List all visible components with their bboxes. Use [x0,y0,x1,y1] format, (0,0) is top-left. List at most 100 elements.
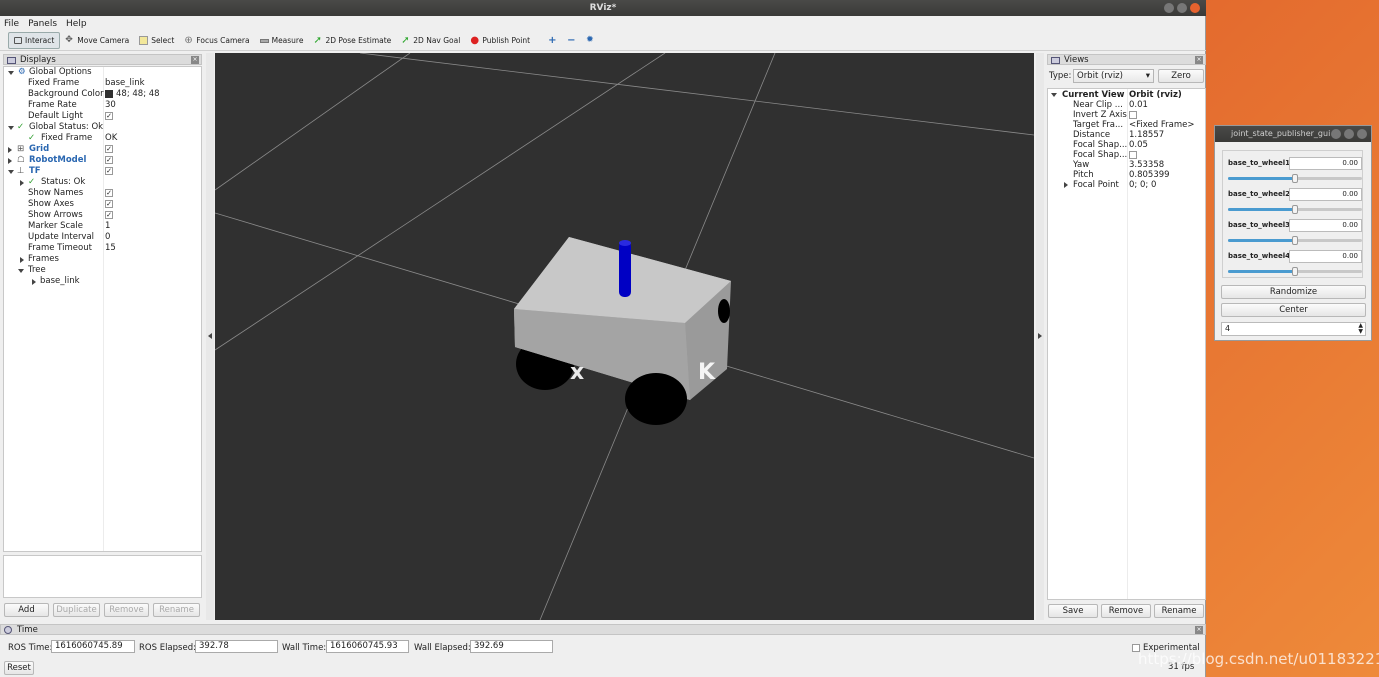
tree-row[interactable]: Show Arrows ✓ [4,210,202,221]
views-tree: Current View Orbit (rviz) Near Clip ... … [1047,88,1206,600]
focal-shape-checkbox[interactable] [1129,150,1137,159]
tree-row[interactable]: ✓ Fixed Frame OK [4,133,202,144]
red-pin-icon: ● [470,35,480,46]
joint-slider[interactable] [1228,205,1362,214]
show-axes-checkbox[interactable]: ✓ [105,199,113,208]
spin-arrows-icon[interactable]: ▲ ▼ [1358,323,1363,335]
measure-tool[interactable]: Measure [255,32,309,49]
tree-row[interactable]: Frame Rate 30 [4,100,202,111]
joint-value-field[interactable]: 0.00 [1289,219,1362,232]
tree-row[interactable]: Tree [4,265,202,276]
select-tool[interactable]: Select [134,32,179,49]
rename-display-button[interactable]: Rename [153,603,200,617]
remove-tool-button[interactable]: − [562,32,581,49]
invert-z-checkbox[interactable] [1129,110,1137,119]
spinbox[interactable]: 4 ▲ ▼ [1221,322,1366,336]
save-view-button[interactable]: Save [1048,604,1098,618]
joint-value-field[interactable]: 0.00 [1289,250,1362,263]
view-row[interactable]: Focal Point 0; 0; 0 [1048,180,1206,190]
view-row[interactable]: Pitch 0.805399 [1048,170,1206,180]
wall-elapsed-field[interactable]: 392.69 [470,640,553,653]
center-button[interactable]: Center [1221,303,1366,317]
tf-checkbox[interactable]: ✓ [105,166,113,175]
tree-row-grid[interactable]: ⊞ Grid ✓ [4,144,202,155]
maximize-button[interactable] [1344,129,1354,139]
show-arrows-checkbox[interactable]: ✓ [105,210,113,219]
tree-row[interactable]: ⚙ Global Options [4,67,202,78]
tree-row[interactable]: Update Interval 0 [4,232,202,243]
grid-checkbox[interactable]: ✓ [105,144,113,153]
view-row[interactable]: Focal Shap... [1048,150,1206,160]
tree-row[interactable]: Show Axes ✓ [4,199,202,210]
clock-icon [4,626,12,634]
menu-panels[interactable]: Panels [28,19,57,29]
view-row[interactable]: Yaw 3.53358 [1048,160,1206,170]
close-panel-icon[interactable]: × [1195,56,1203,64]
ros-time-label: ROS Time: [8,643,53,653]
nav-goal-tool[interactable]: ➚ 2D Nav Goal [396,32,465,49]
view-row[interactable]: Near Clip ... 0.01 [1048,100,1206,110]
minimize-button[interactable] [1331,129,1341,139]
default-light-checkbox[interactable]: ✓ [105,111,113,120]
joint-value-field[interactable]: 0.00 [1289,188,1362,201]
joint-value-field[interactable]: 0.00 [1289,157,1362,170]
reset-button[interactable]: Reset [4,661,34,675]
tree-row[interactable]: Fixed Frame base_link [4,78,202,89]
tree-row[interactable]: Frame Timeout 15 [4,243,202,254]
view-row[interactable]: Current View Orbit (rviz) [1048,90,1206,100]
view-type-select[interactable]: Orbit (rviz) ▾ [1073,69,1154,83]
interact-tool[interactable]: Interact [8,32,61,49]
tree-row-tf[interactable]: ⊥ TF ✓ [4,166,202,177]
close-button[interactable] [1190,3,1200,13]
menu-file[interactable]: File [4,19,19,29]
wall-time-field[interactable]: 1616060745.93 [326,640,409,653]
tree-row[interactable]: Show Names ✓ [4,188,202,199]
right-splitter[interactable] [1036,53,1044,620]
show-names-checkbox[interactable]: ✓ [105,188,113,197]
view-row[interactable]: Distance 1.18557 [1048,130,1206,140]
publish-point-tool[interactable]: ● Publish Point [465,32,535,49]
joint-slider[interactable] [1228,267,1362,276]
tool-properties-button[interactable]: ✹ [581,32,600,49]
tree-row[interactable]: Default Light ✓ [4,111,202,122]
gear-icon: ✹ [586,35,594,45]
rename-view-button[interactable]: Rename [1154,604,1204,618]
focus-camera-tool[interactable]: ⊕ Focus Camera [179,32,254,49]
view-row[interactable]: Focal Shap... 0.05 [1048,140,1206,150]
joint-name: base_to_wheel3 [1228,221,1291,229]
close-panel-icon[interactable]: × [191,56,199,64]
tree-row[interactable]: Frames [4,254,202,265]
add-tool-button[interactable]: + [543,32,562,49]
robotmodel-checkbox[interactable]: ✓ [105,155,113,164]
close-panel-icon[interactable]: × [1195,626,1203,634]
duplicate-display-button[interactable]: Duplicate [53,603,100,617]
close-button[interactable] [1357,129,1367,139]
render-viewport[interactable]: x K [215,53,1034,620]
remove-display-button[interactable]: Remove [104,603,149,617]
menu-help[interactable]: Help [66,19,87,29]
maximize-button[interactable] [1177,3,1187,13]
remove-view-button[interactable]: Remove [1101,604,1151,618]
ros-elapsed-field[interactable]: 392.78 [195,640,278,653]
tree-row[interactable]: Background Color 48; 48; 48 [4,89,202,100]
move-camera-tool[interactable]: ✥ Move Camera [60,32,134,49]
tree-row-robotmodel[interactable]: ☖ RobotModel ✓ [4,155,202,166]
3d-scene[interactable]: x K [215,53,1034,620]
ros-time-field[interactable]: 1616060745.89 [51,640,135,653]
joint-slider[interactable] [1228,236,1362,245]
randomize-button[interactable]: Randomize [1221,285,1366,299]
tree-row[interactable]: base_link [4,276,202,287]
fixed-frame-value[interactable]: base_link [105,78,145,89]
minimize-button[interactable] [1164,3,1174,13]
joint-slider[interactable] [1228,174,1362,183]
add-display-button[interactable]: Add [4,603,49,617]
pose-estimate-tool[interactable]: ➚ 2D Pose Estimate [308,32,396,49]
tree-row[interactable]: ✓ Status: Ok [4,177,202,188]
tree-row[interactable]: Marker Scale 1 [4,221,202,232]
zero-button[interactable]: Zero [1158,69,1204,83]
view-row[interactable]: Target Fra... <Fixed Frame> [1048,120,1206,130]
view-row[interactable]: Invert Z Axis [1048,110,1206,120]
tree-row[interactable]: ✓ Global Status: Ok [4,122,202,133]
left-splitter[interactable] [206,53,214,620]
svg-text:x: x [570,360,584,385]
